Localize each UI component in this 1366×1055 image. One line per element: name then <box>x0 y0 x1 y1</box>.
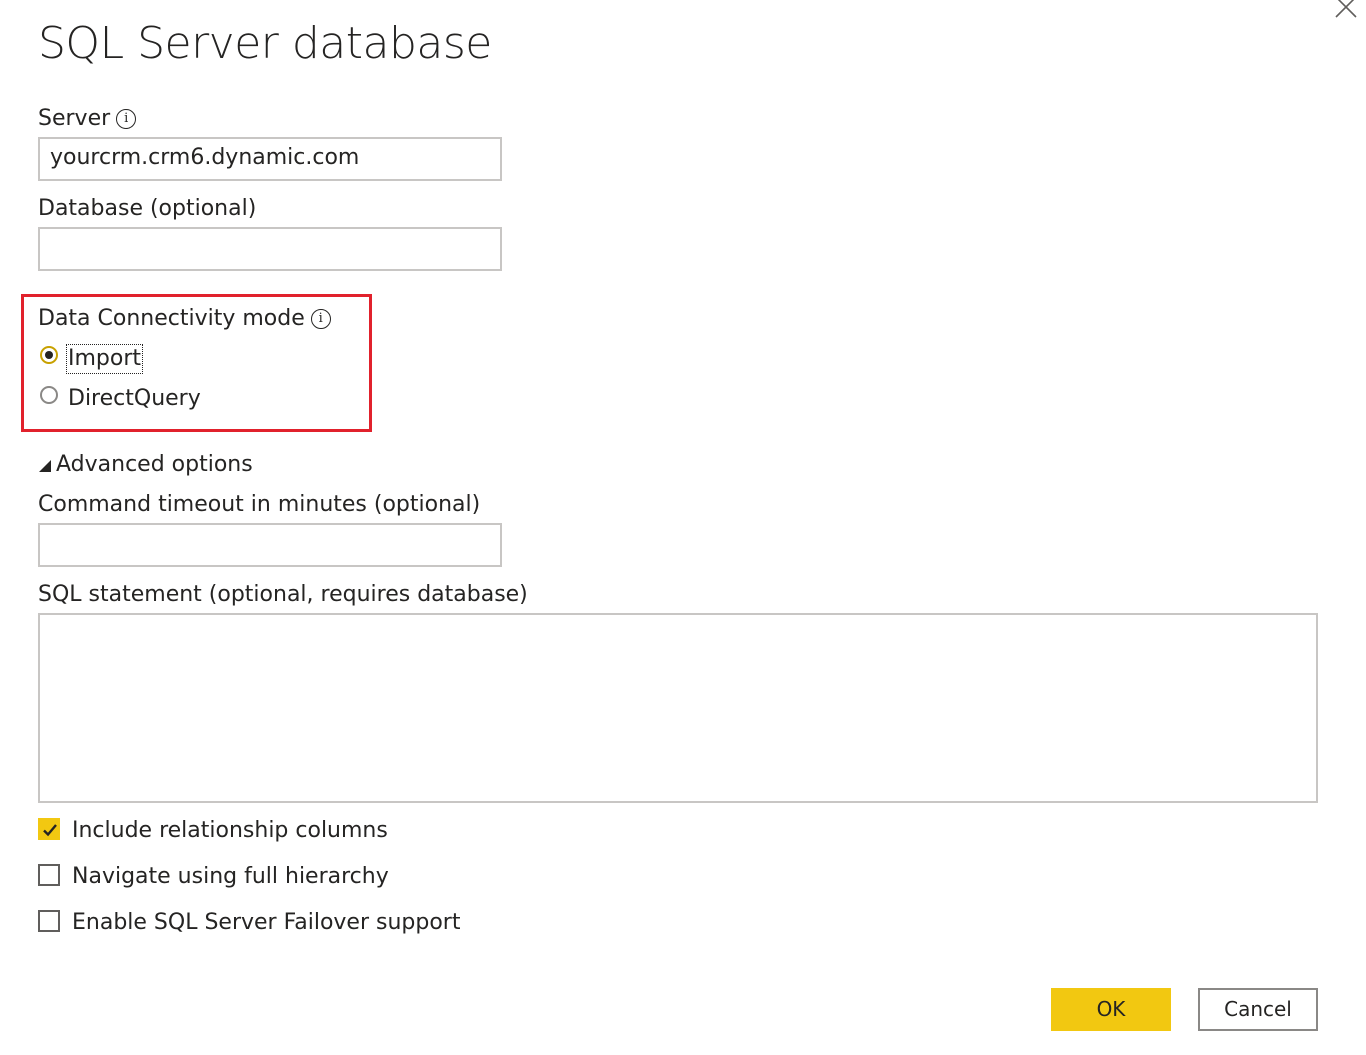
checkmark-icon <box>43 824 57 837</box>
database-input[interactable] <box>38 227 502 271</box>
timeout-label: Command timeout in minutes (optional) <box>38 492 481 517</box>
cancel-button[interactable]: Cancel <box>1198 988 1318 1031</box>
connectivity-label-row: Data Connectivity mode i <box>38 306 331 332</box>
radio-directquery[interactable] <box>40 386 58 404</box>
connectivity-label: Data Connectivity mode <box>38 306 305 331</box>
advanced-options-toggle[interactable]: Advanced options <box>56 452 253 478</box>
server-label: Server <box>38 106 111 131</box>
checkbox-failover-support-label[interactable]: Enable SQL Server Failover support <box>72 910 460 936</box>
radio-import-label[interactable]: Import <box>65 344 144 374</box>
sql-statement-label: SQL statement (optional, requires databa… <box>38 582 528 607</box>
radio-import[interactable] <box>40 346 58 364</box>
timeout-input[interactable] <box>38 523 502 567</box>
server-input[interactable]: yourcrm.crm6.dynamic.com <box>38 137 502 181</box>
checkbox-navigate-hierarchy[interactable] <box>38 864 60 886</box>
dialog-title: SQL Server database <box>38 18 492 69</box>
info-icon[interactable]: i <box>310 309 331 329</box>
database-label: Database (optional) <box>38 196 257 221</box>
checkbox-failover-support[interactable] <box>38 910 60 932</box>
checkbox-navigate-hierarchy-label[interactable]: Navigate using full hierarchy <box>72 864 389 890</box>
close-icon[interactable] <box>1333 0 1359 20</box>
checkbox-include-relationship-label[interactable]: Include relationship columns <box>72 818 388 844</box>
ok-button[interactable]: OK <box>1051 988 1171 1031</box>
triangle-expand-icon[interactable] <box>38 458 52 472</box>
checkbox-include-relationship[interactable] <box>38 818 60 840</box>
server-label-row: Server i <box>38 106 137 132</box>
radio-directquery-label[interactable]: DirectQuery <box>68 386 201 412</box>
info-icon[interactable]: i <box>116 109 137 129</box>
sql-statement-textarea[interactable] <box>38 613 1318 803</box>
